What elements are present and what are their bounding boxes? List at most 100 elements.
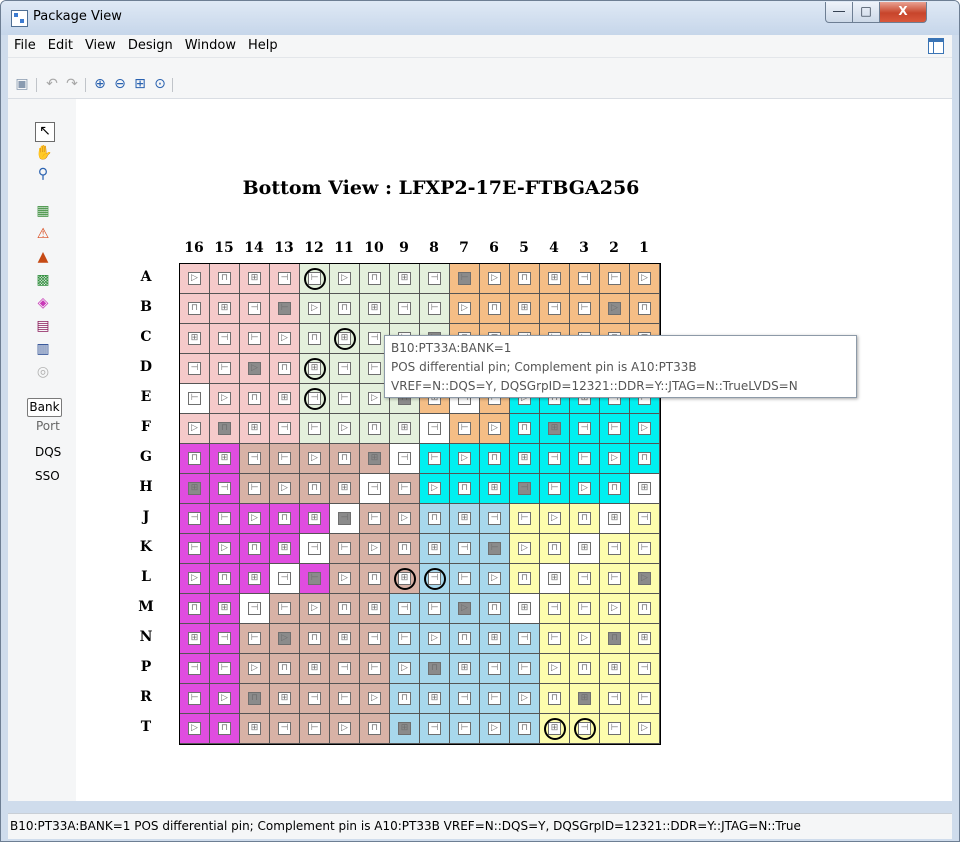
pin-cell[interactable]: ▷ (240, 504, 270, 534)
pin-cell[interactable]: ⊣ (270, 264, 300, 294)
pin-cell[interactable]: ▷ (600, 594, 630, 624)
pin-cell[interactable]: ▷ (630, 714, 660, 744)
pin-cell[interactable]: ⊢ (300, 564, 330, 594)
pin-cell[interactable]: ⊓ (210, 264, 240, 294)
pin-cell[interactable]: ⊓ (510, 414, 540, 444)
pin-cell[interactable]: ⊢ (570, 594, 600, 624)
pin-cell[interactable]: ⊞ (330, 624, 360, 654)
pin-cell[interactable]: ⊞ (600, 504, 630, 534)
pin-cell[interactable]: ⊞ (270, 384, 300, 414)
pin-cell[interactable]: ⊓ (540, 684, 570, 714)
pin-cell[interactable]: ⊞ (390, 414, 420, 444)
pin-cell[interactable]: ⊓ (510, 564, 540, 594)
pin-cell[interactable]: ⊣ (300, 684, 330, 714)
pin-cell[interactable]: ⊓ (270, 654, 300, 684)
close-button[interactable]: X (879, 2, 927, 23)
pin-cell[interactable]: ⊣ (540, 594, 570, 624)
select-arrow-icon[interactable]: ↖ (35, 122, 55, 142)
pin-cell[interactable]: ⊣ (270, 714, 300, 744)
pin-cell[interactable]: ⊣ (450, 534, 480, 564)
pin-cell[interactable]: ⊢ (600, 264, 630, 294)
pin-cell[interactable]: ⊣ (570, 264, 600, 294)
zoom-area-icon[interactable]: ⊙ (152, 76, 168, 92)
pin-cell[interactable]: ⊢ (480, 534, 510, 564)
tab-port[interactable]: Port (36, 419, 60, 433)
pin-cell[interactable]: ▷ (300, 444, 330, 474)
pin-cell[interactable]: ▷ (180, 414, 210, 444)
pin-cell[interactable]: ⊞ (390, 564, 420, 594)
pin-cell[interactable]: ⊣ (600, 534, 630, 564)
pin-cell[interactable]: ⊣ (480, 654, 510, 684)
pin-cell[interactable]: ▷ (450, 594, 480, 624)
pin-cell[interactable]: ⊓ (630, 294, 660, 324)
pin-cell[interactable]: ⊢ (210, 504, 240, 534)
pin-cell[interactable]: ⊣ (180, 654, 210, 684)
package-canvas[interactable]: Bottom View : LFXP2-17E-FTBGA256 16 15 14 1… (76, 99, 952, 801)
pin-cell[interactable]: ⊞ (480, 624, 510, 654)
pin-cell[interactable]: ▷ (420, 624, 450, 654)
pin-cell[interactable]: ⊣ (600, 684, 630, 714)
pin-cell[interactable]: ⊣ (570, 564, 600, 594)
pin-cell[interactable]: ⊢ (240, 474, 270, 504)
pin-cell[interactable]: ▷ (420, 474, 450, 504)
pin-cell[interactable]: ⊞ (180, 624, 210, 654)
pin-cell[interactable]: ⊢ (240, 624, 270, 654)
pin-cell[interactable]: ⊢ (570, 294, 600, 324)
pin-cell[interactable]: ⊣ (420, 264, 450, 294)
pin-cell[interactable]: ⊢ (300, 414, 330, 444)
error-icon[interactable]: ▲ (35, 249, 51, 265)
pin-cell[interactable]: ⊓ (360, 714, 390, 744)
pin-cell[interactable]: ⊓ (240, 384, 270, 414)
pin-cell[interactable]: ⊓ (480, 294, 510, 324)
pin-cell[interactable]: ▷ (270, 474, 300, 504)
pin-cell[interactable]: ⊢ (330, 684, 360, 714)
pin-cell[interactable]: ⊢ (270, 444, 300, 474)
minimize-button[interactable]: ― (825, 2, 853, 23)
menu-window[interactable]: Window (179, 35, 242, 57)
pin-cell[interactable]: ⊓ (300, 324, 330, 354)
pin-cell[interactable]: ⊞ (210, 294, 240, 324)
pin-cell[interactable]: ⊞ (180, 324, 210, 354)
pin-cell[interactable]: ▷ (270, 324, 300, 354)
pin-cell[interactable]: ⊢ (600, 564, 630, 594)
pin-cell[interactable]: ⊞ (210, 444, 240, 474)
pin-cell[interactable]: ⊣ (510, 474, 540, 504)
bank-color-icon[interactable]: ▩ (35, 272, 51, 288)
pin-cell[interactable]: ⊢ (510, 654, 540, 684)
pin-cell[interactable]: ⊣ (330, 504, 360, 534)
menu-edit[interactable]: Edit (42, 35, 79, 57)
pin-cell[interactable]: ⊞ (510, 594, 540, 624)
pin-cell[interactable]: ⊣ (270, 564, 300, 594)
pin-cell[interactable]: ⊞ (180, 474, 210, 504)
pin-cell[interactable]: ⊓ (420, 504, 450, 534)
pin-cell[interactable]: ▷ (330, 564, 360, 594)
grid-view-icon[interactable]: ▤ (35, 318, 51, 334)
pin-cell[interactable]: ⊢ (450, 714, 480, 744)
pin-cell[interactable]: ⊢ (300, 264, 330, 294)
pin-cell[interactable]: ▷ (210, 384, 240, 414)
pin-cell[interactable]: ⊞ (540, 564, 570, 594)
pin-cell[interactable]: ▷ (180, 714, 210, 744)
pin-cell[interactable]: ⊞ (240, 414, 270, 444)
pin-cell[interactable]: ⊢ (240, 324, 270, 354)
pin-cell[interactable]: ⊞ (240, 714, 270, 744)
pin-cell[interactable]: ⊞ (510, 294, 540, 324)
pin-cell[interactable]: ⊢ (360, 504, 390, 534)
pin-cell[interactable]: ▷ (510, 684, 540, 714)
flip-view-icon[interactable]: ▥ (35, 341, 51, 357)
pin-cell[interactable]: ⊢ (420, 444, 450, 474)
pin-cell[interactable]: ⊣ (420, 414, 450, 444)
pin-cell[interactable]: ⊓ (570, 654, 600, 684)
pin-cell[interactable]: ⊣ (180, 354, 210, 384)
pin-cell[interactable]: ▷ (360, 684, 390, 714)
pin-cell[interactable]: ⊢ (540, 624, 570, 654)
pin-cell[interactable]: ⊞ (360, 444, 390, 474)
pin-cell[interactable]: ⊢ (570, 444, 600, 474)
pin-cell[interactable]: ▷ (240, 354, 270, 384)
pin-cell[interactable]: ⊣ (540, 444, 570, 474)
pin-cell[interactable]: ⊣ (240, 294, 270, 324)
pin-cell[interactable]: ⊞ (540, 414, 570, 444)
pin-cell[interactable]: ⊞ (540, 264, 570, 294)
pin-cell[interactable]: ⊣ (420, 564, 450, 594)
pin-cell[interactable]: ⊣ (210, 324, 240, 354)
